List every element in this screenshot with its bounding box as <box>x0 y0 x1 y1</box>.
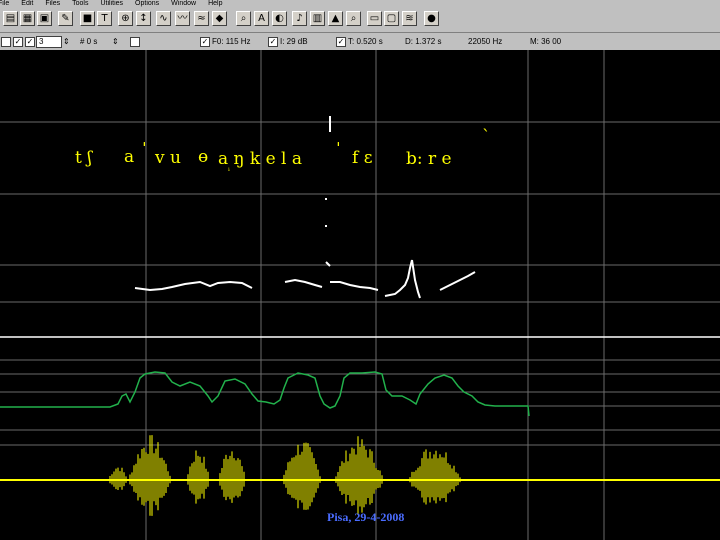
spin-icon-2[interactable]: ⇕ <box>112 33 119 50</box>
ipa-segment: ˈ <box>336 140 341 160</box>
magnify-icon[interactable]: ⌕ <box>236 11 251 26</box>
intensity-readout: ✓ I: 29 dB <box>268 36 308 47</box>
note-icon[interactable]: ♪ <box>292 11 307 26</box>
f0-readout: ✓ F0: 115 Hz <box>200 36 251 47</box>
text-icon[interactable]: T <box>97 11 112 26</box>
zoom-icon[interactable]: ⊕ <box>118 11 133 26</box>
lens-icon[interactable]: ⌕ <box>346 11 361 26</box>
rate-readout: 22050 Hz <box>468 37 503 46</box>
value-field[interactable]: 3 <box>36 33 62 50</box>
arrow-icon[interactable]: ↕ <box>136 11 151 26</box>
checkbox-2[interactable]: ✓ <box>13 33 25 50</box>
ipa-segment: ˋ <box>482 127 491 147</box>
ipa-segment: ˈ <box>142 140 147 160</box>
status-bar: ✓ ✓ 3 ⇕ # 0 s ⇕ ✓ F0: 115 Hz ✓ I: 29 dB ✓ T… <box>0 33 720 50</box>
ipa-segment: a <box>124 147 134 167</box>
open-icon[interactable]: ▤ <box>3 11 18 26</box>
ipa-segment: f ɛ <box>352 148 373 168</box>
menu-bar: File Edit Files Tools Utilities Options Window… <box>0 0 720 8</box>
checkbox-4[interactable] <box>130 33 142 50</box>
color-icon[interactable]: ● <box>424 11 439 26</box>
analysis-display: t ʃ a ˈ v u ɵ ᵢ a ŋ k e l a ˈ f ɛ b: r e… <box>0 50 720 540</box>
mem-readout: M: 36 00 <box>530 37 562 46</box>
ipa-segment: ɵ <box>198 147 208 167</box>
page-icon[interactable]: ▭ <box>367 11 382 26</box>
menu-item-files[interactable]: Files <box>45 0 60 8</box>
paint-icon[interactable]: ✎ <box>58 11 73 26</box>
ipa-segment: b: r e <box>406 149 452 169</box>
duration-readout: D: 1.372 s <box>405 37 442 46</box>
waveform-icon[interactable]: 〰 <box>175 11 190 26</box>
menu-item-edit[interactable]: Edit <box>21 0 33 8</box>
menu-item-options[interactable]: Options <box>135 0 159 8</box>
spin-icon[interactable]: ⇕ <box>63 33 70 50</box>
frame-icon[interactable]: ▢ <box>384 11 399 26</box>
calc-icon[interactable]: ▥ <box>310 11 325 26</box>
time-readout: ✓ T: 0.520 s <box>336 36 383 47</box>
ipa-segment: t ʃ <box>75 148 93 168</box>
signal-icon[interactable]: ≈ <box>194 11 209 26</box>
wave-icon[interactable]: ∿ <box>156 11 171 26</box>
grid-icon[interactable]: ▣ <box>37 11 52 26</box>
checkbox-1[interactable] <box>1 33 13 50</box>
menu-item-tools[interactable]: Tools <box>72 0 88 8</box>
ipa-segment: a ŋ k e l a <box>218 149 302 169</box>
mask-icon[interactable]: ◆ <box>212 11 227 26</box>
caption: Pisa, 29-4-2008 <box>327 510 404 524</box>
filter-icon[interactable]: ≋ <box>402 11 417 26</box>
toolbar: ▤ ▦ ▣ ✎ ■ T ⊕ ↕ ∿ 〰 ≈ ◆ ⌕ A ◐ ♪ ▥ ▲ ⌕ ▭ ▢ ≋ ● <box>0 8 720 33</box>
menu-item-file[interactable]: File <box>0 0 9 8</box>
a-icon[interactable]: A <box>254 11 269 26</box>
menu-item-utilities[interactable]: Utilities <box>100 0 123 8</box>
step-label: # 0 s <box>80 37 98 46</box>
menu-item-help[interactable]: Help <box>208 0 222 8</box>
graph-icon[interactable]: ▲ <box>328 11 343 26</box>
speaker-icon[interactable]: ◐ <box>272 11 287 26</box>
menu-item-window[interactable]: Window <box>171 0 196 8</box>
save-icon[interactable]: ▦ <box>20 11 35 26</box>
ipa-segment: v u <box>154 148 181 168</box>
stop-icon[interactable]: ■ <box>80 11 95 26</box>
